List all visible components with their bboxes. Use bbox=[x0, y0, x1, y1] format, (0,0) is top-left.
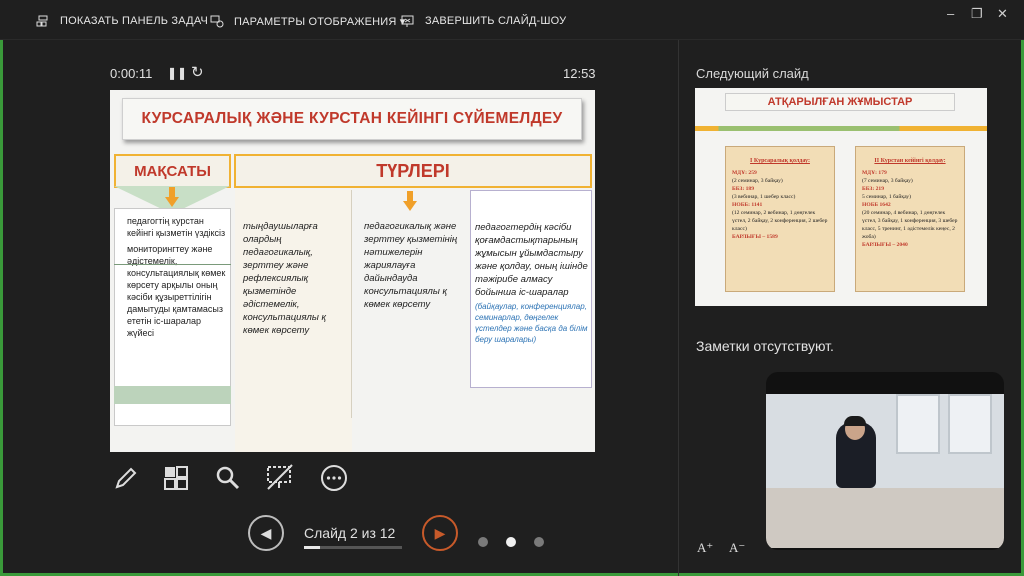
end-slideshow-label: ЗАВЕРШИТЬ СЛАЙД-ШОУ bbox=[425, 15, 567, 27]
arrow-right-icon: ▶ bbox=[434, 524, 446, 541]
presenter-toolbar: ПОКАЗАТЬ ПАНЕЛЬ ЗАДАЧ ПАРАМЕТРЫ ОТОБРАЖЕ… bbox=[0, 0, 1024, 40]
left-l2b: (3 вебинар, 1 шебер класс) bbox=[732, 194, 796, 200]
next-slide-title: АТҚАРЫЛҒАН ЖҰМЫСТАР bbox=[725, 93, 955, 111]
type-column-1-base bbox=[235, 418, 352, 452]
type-column-1: тыңдаушыларға олардың педагогикалық, зер… bbox=[235, 190, 352, 418]
slide-counter[interactable]: Слайд 2 из 12 bbox=[304, 525, 395, 541]
display-settings-button[interactable]: ПАРАМЕТРЫ ОТОБРАЖЕНИЯ ▾ bbox=[210, 14, 406, 28]
left-scroll-heading: І Курсаралық қолдау: bbox=[750, 158, 810, 164]
video-window bbox=[896, 394, 940, 454]
type-3-note: (байқаулар, конференциялар, семинарлар, … bbox=[475, 302, 588, 344]
right-l1: МДҰ: 179 bbox=[862, 170, 887, 176]
right-l2: ББЗ: 219 bbox=[862, 186, 885, 192]
right-scroll-card: ІІ Курстан кейінгі қолдау: МДҰ: 179 (7 с… bbox=[855, 146, 965, 292]
left-l1: МДҰ: 259 bbox=[732, 170, 757, 176]
panel-divider bbox=[678, 40, 679, 576]
left-l1b: (2 семинар, 3 байқау) bbox=[732, 178, 783, 184]
show-taskbar-button[interactable]: ПОКАЗАТЬ ПАНЕЛЬ ЗАДАЧ bbox=[36, 14, 208, 28]
goal-lead-text: педагогтің курстан кейінгі қызметін үзді… bbox=[127, 216, 226, 238]
down-arrow-icon bbox=[165, 187, 179, 209]
end-slideshow-icon bbox=[401, 15, 414, 27]
left-l3b: (12 семинар, 2 вебинар, 1 дөңгелек үстел… bbox=[732, 210, 828, 232]
right-l2b: 5 семинар, 1 байқау) bbox=[862, 194, 911, 200]
next-slide-label: Следующий слайд bbox=[696, 66, 809, 81]
page-dot-1[interactable] bbox=[478, 537, 488, 547]
minimize-button[interactable]: – bbox=[947, 6, 954, 21]
slide-title: КУРСАРАЛЫҚ ЖӘНЕ КУРСТАН КЕЙІНГІ СҮЙЕМЕЛД… bbox=[122, 98, 582, 140]
close-button[interactable]: ✕ bbox=[997, 6, 1008, 22]
notes-text: Заметки отсутствуют. bbox=[696, 338, 834, 354]
type-3-text: педагогтердің кәсіби қоғамдастықтарының … bbox=[475, 222, 588, 298]
goal-divider bbox=[114, 264, 231, 265]
display-settings-label: ПАРАМЕТРЫ ОТОБРАЖЕНИЯ ▾ bbox=[234, 15, 406, 28]
right-l3b: (20 семинар, 4 вебинар, 1 дөңгелек үстел… bbox=[862, 210, 958, 240]
zoom-icon[interactable] bbox=[212, 462, 244, 494]
see-all-slides-icon[interactable] bbox=[160, 462, 192, 494]
right-scroll-heading: ІІ Курстан кейінгі қолдау: bbox=[874, 158, 946, 164]
video-person-hair bbox=[844, 416, 866, 426]
video-table bbox=[766, 488, 1004, 548]
left-l3: НОББ: 1141 bbox=[732, 202, 763, 208]
taskbar-icon bbox=[36, 15, 48, 27]
increase-font-button[interactable]: A⁺ bbox=[697, 540, 713, 556]
show-taskbar-label: ПОКАЗАТЬ ПАНЕЛЬ ЗАДАЧ bbox=[60, 15, 209, 27]
previous-slide-button[interactable]: ◀ bbox=[248, 515, 284, 551]
type-1-text: тыңдаушыларға олардың педагогикалық, зер… bbox=[243, 221, 326, 336]
slide-progress-bar bbox=[304, 546, 402, 549]
left-l2: ББЗ: 189 bbox=[732, 186, 755, 192]
restart-timer-icon[interactable]: ↻ bbox=[191, 63, 204, 81]
left-total: БАРЛЫҒЫ – 1589 bbox=[732, 234, 778, 240]
end-slideshow-button[interactable]: ЗАВЕРШИТЬ СЛАЙД-ШОУ bbox=[401, 14, 566, 28]
right-total: БАРЛЫҒЫ – 2040 bbox=[862, 242, 908, 248]
pause-timer-icon[interactable]: ❚❚ bbox=[167, 66, 187, 80]
type-column-3: педагогтердің кәсіби қоғамдастықтарының … bbox=[470, 190, 592, 388]
type-2-text: педагогикалық және зерттеу қызметінің нә… bbox=[364, 221, 458, 310]
next-slide-button[interactable]: ▶ bbox=[422, 515, 458, 551]
page-dot-3[interactable] bbox=[534, 537, 544, 547]
page-dot-2[interactable] bbox=[506, 537, 516, 547]
arrow-left-icon: ◀ bbox=[260, 524, 272, 541]
next-slide-stripe bbox=[695, 126, 987, 131]
screen-pointer-icon[interactable] bbox=[264, 462, 296, 494]
right-l1b: (7 семинар, 3 байқау) bbox=[862, 178, 913, 184]
type-column-2: педагогикалық және зерттеу қызметінің нә… bbox=[358, 190, 468, 418]
decrease-font-button[interactable]: A⁻ bbox=[729, 540, 745, 556]
right-l3: НОББ 1642 bbox=[862, 202, 891, 208]
current-slide[interactable]: КУРСАРАЛЫҚ ЖӘНЕ КУРСТАН КЕЙІНГІ СҮЙЕМЕЛД… bbox=[110, 90, 595, 452]
elapsed-timer: 0:00:11 bbox=[110, 66, 153, 81]
more-options-icon[interactable] bbox=[318, 462, 350, 494]
goal-body-text: мониторингтеу және әдістемелік, консульт… bbox=[127, 244, 226, 338]
webcam-video bbox=[766, 372, 1004, 550]
video-window bbox=[948, 394, 992, 454]
left-scroll-card: І Курсаралық қолдау: МДҰ: 259 (2 семинар… bbox=[725, 146, 835, 292]
goal-footer-bar bbox=[114, 386, 231, 404]
types-header: ТҮРЛЕРІ bbox=[234, 154, 592, 188]
restore-button[interactable]: ❐ bbox=[971, 6, 983, 22]
next-slide-preview[interactable]: АТҚАРЫЛҒАН ЖҰМЫСТАР І Курсаралық қолдау:… bbox=[695, 88, 987, 306]
display-settings-icon bbox=[210, 15, 224, 28]
pen-icon[interactable] bbox=[110, 462, 142, 494]
slide-progress-fill bbox=[304, 546, 321, 549]
goal-header: МАҚСАТЫ bbox=[114, 154, 231, 188]
current-time: 12:53 bbox=[563, 66, 596, 81]
